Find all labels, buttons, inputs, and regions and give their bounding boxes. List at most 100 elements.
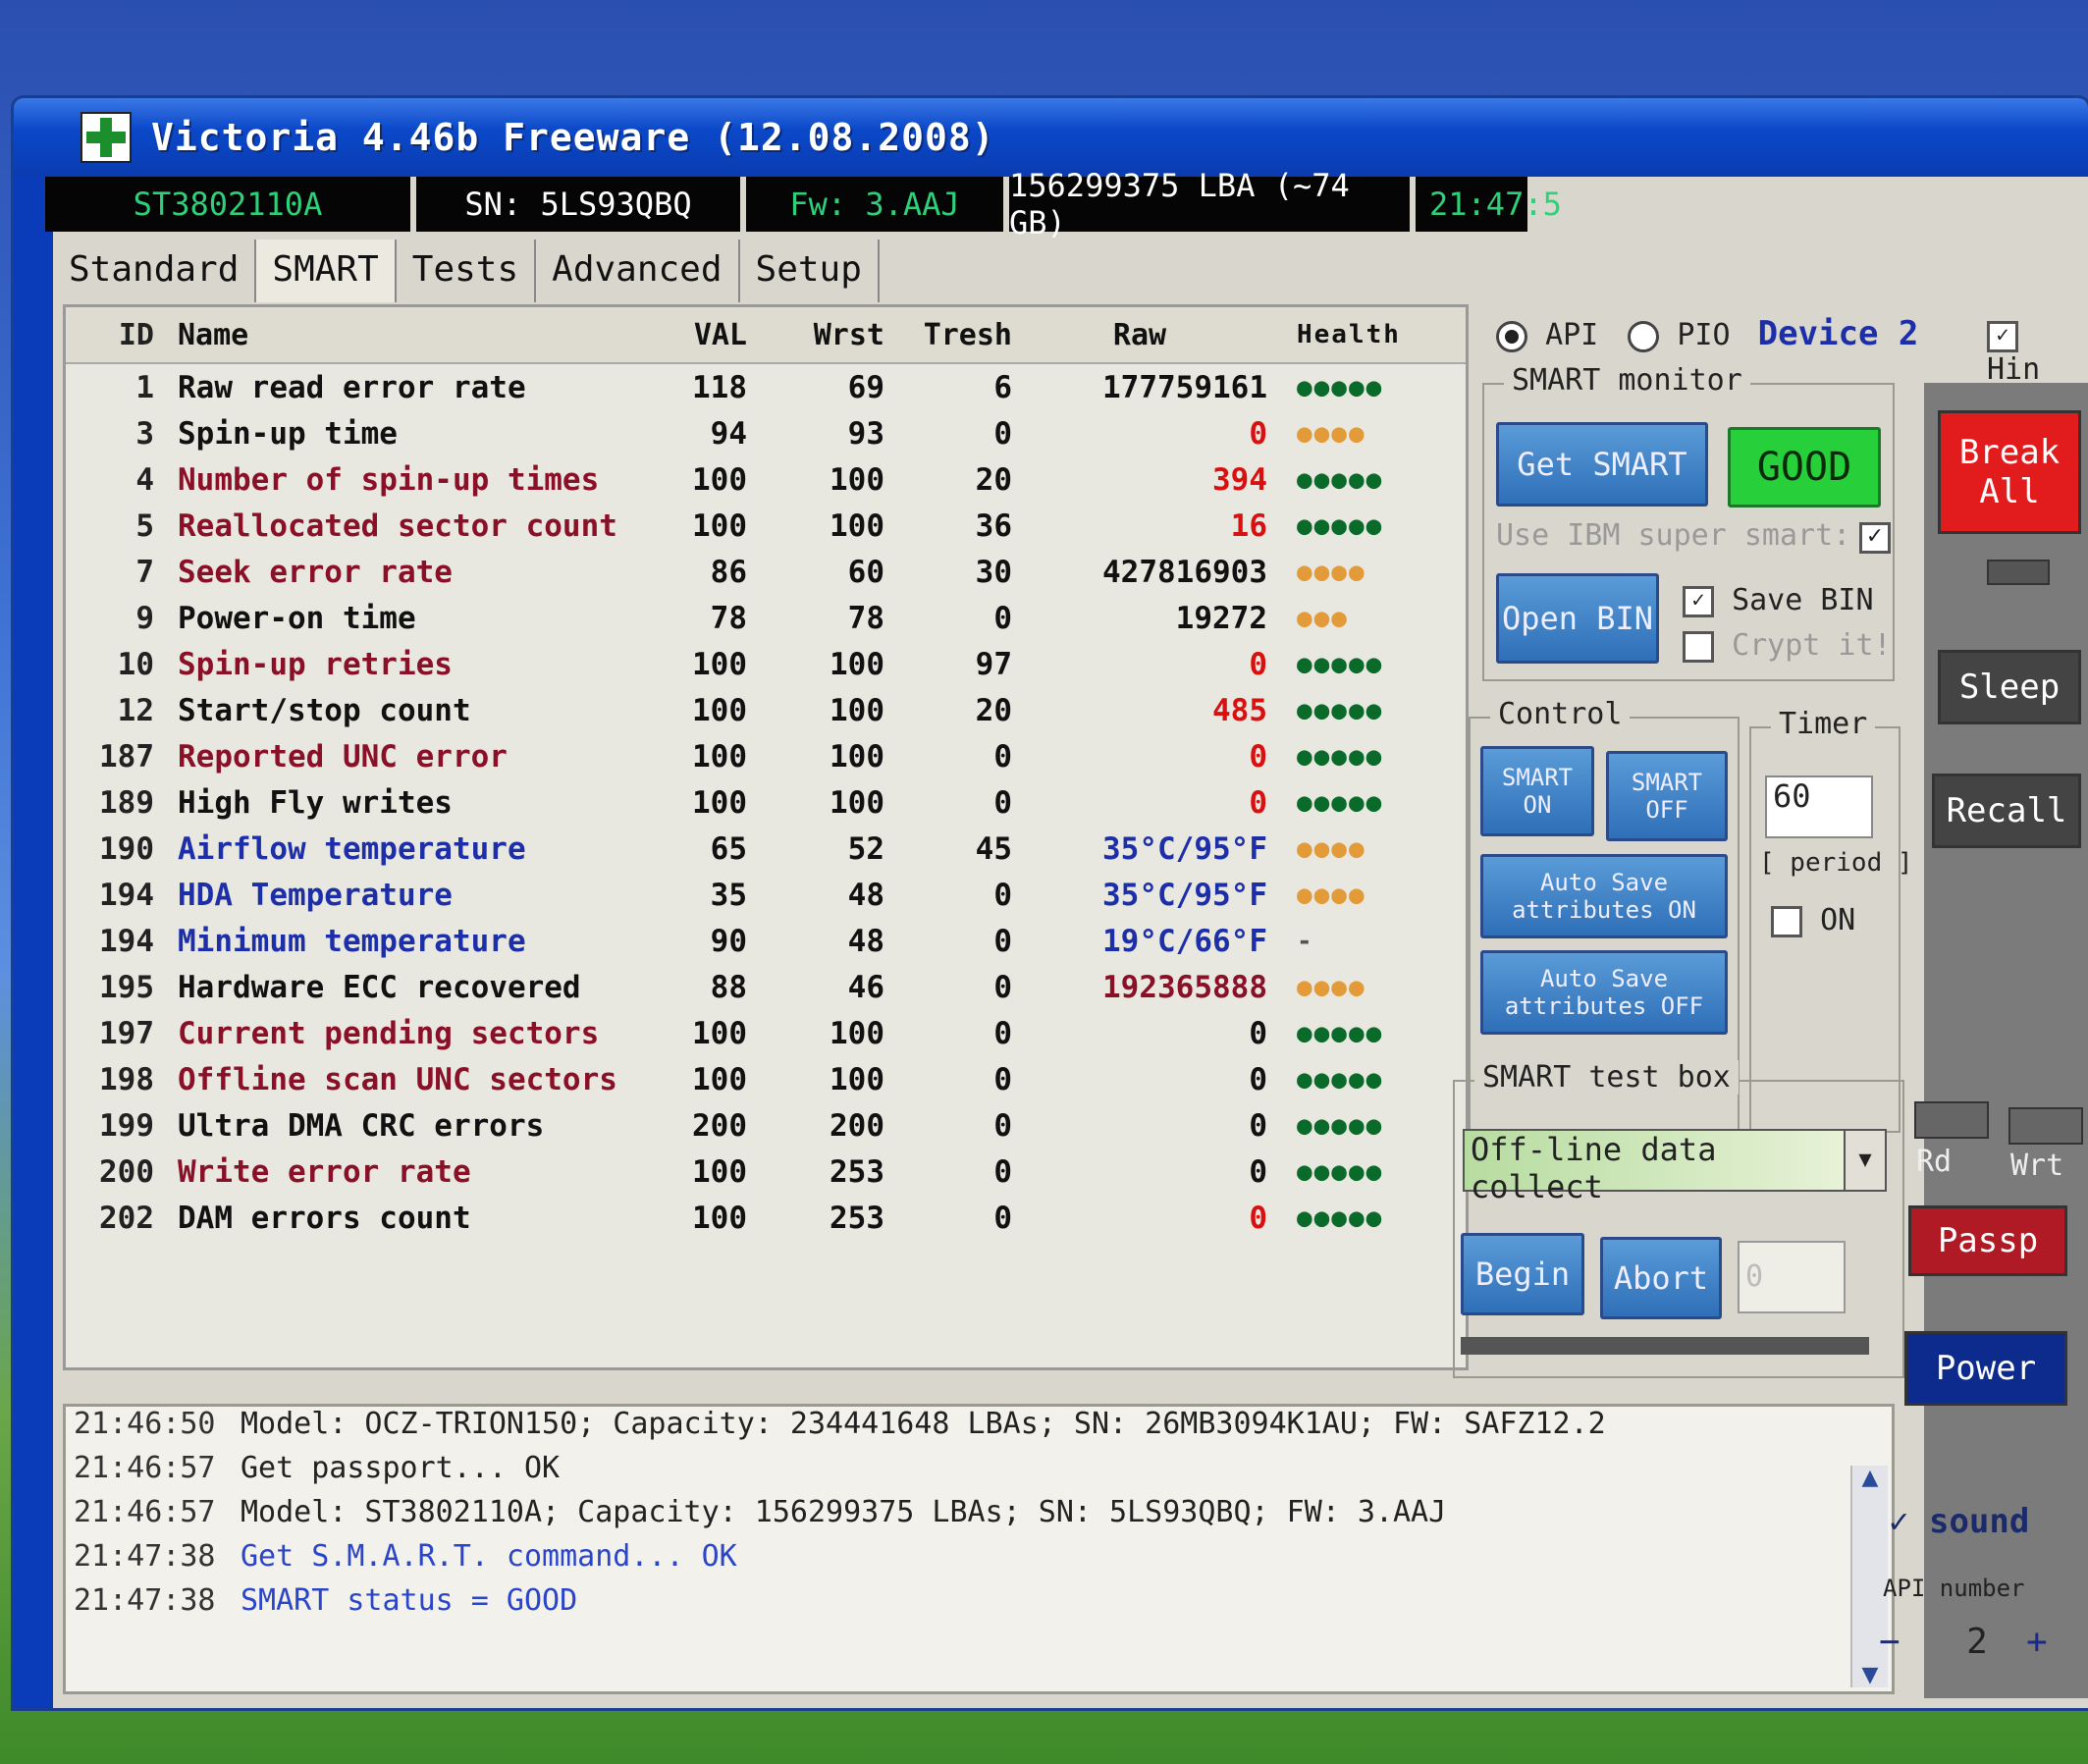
table-row[interactable]: 195 Hardware ECC recovered 88 46 0 192365888 ●… — [66, 964, 1466, 1010]
table-row[interactable]: 194 HDA Temperature 35 48 0 35°C/95°F ●●●● — [66, 872, 1466, 918]
table-row[interactable]: 5 Reallocated sector count 100 100 36 16 ●●●●● — [66, 503, 1466, 549]
attr-val: 100 — [692, 646, 747, 682]
table-row[interactable]: 200 Write error rate 100 253 0 0 ●●●●● — [66, 1149, 1466, 1195]
table-row[interactable]: 198 Offline scan UNC sectors 100 100 0 0 ●●●●● — [66, 1056, 1466, 1102]
col-val[interactable]: VAL — [639, 318, 747, 352]
tab-tests[interactable]: Tests — [396, 240, 537, 302]
log-message: Get S.M.A.R.T. command... OK — [241, 1539, 737, 1574]
hints-option[interactable]: ✓ Hin — [1987, 318, 2088, 387]
attr-raw: 19272 — [1175, 600, 1267, 636]
attr-val: 100 — [692, 461, 747, 498]
attr-val: 100 — [692, 738, 747, 775]
tab-setup[interactable]: Setup — [739, 240, 880, 302]
attr-id: 5 — [135, 508, 154, 544]
col-raw[interactable]: Raw — [1012, 318, 1267, 352]
attr-val: 100 — [692, 1200, 747, 1236]
col-name[interactable]: Name — [178, 318, 639, 352]
smart-on-button[interactable]: SMART ON — [1480, 746, 1594, 836]
event-log[interactable]: 21:46:50 Model: OCZ-TRION150; Capacity: 2… — [63, 1404, 1895, 1694]
pio-radio[interactable] — [1628, 320, 1660, 352]
attr-health: ●●●●● — [1297, 741, 1384, 772]
col-wrst[interactable]: Wrst — [747, 318, 884, 352]
attr-threshold: 20 — [975, 461, 1012, 498]
attr-raw: 0 — [1249, 1061, 1267, 1097]
api-number-plus[interactable]: + — [2026, 1622, 2048, 1662]
table-row[interactable]: 199 Ultra DMA CRC errors 200 200 0 0 ●●●●● — [66, 1102, 1466, 1149]
attr-worst: 46 — [847, 969, 884, 1005]
table-row[interactable]: 189 High Fly writes 100 100 0 0 ●●●●● — [66, 779, 1466, 826]
attr-worst: 52 — [847, 830, 884, 867]
smart-off-button[interactable]: SMART OFF — [1606, 751, 1728, 841]
passport-button[interactable]: Passp — [1908, 1205, 2067, 1276]
scroll-down-icon[interactable]: ▼ — [1852, 1663, 1888, 1687]
table-row[interactable]: 12 Start/stop count 100 100 20 485 ●●●●● — [66, 687, 1466, 733]
timer-on-label: ON — [1820, 903, 1856, 937]
attr-val: 118 — [692, 369, 747, 405]
attr-worst: 93 — [847, 415, 884, 452]
api-number-value[interactable]: 2 — [1938, 1622, 2016, 1662]
test-type-dropdown[interactable]: Off-line data collect — [1463, 1129, 1851, 1205]
attr-worst: 60 — [847, 554, 884, 590]
scroll-up-icon[interactable]: ▲ — [1852, 1466, 1888, 1490]
window-title: Victoria 4.46b Freeware (12.08.2008) — [151, 116, 995, 159]
begin-button[interactable]: Begin — [1461, 1233, 1584, 1315]
crypt-checkbox[interactable] — [1683, 630, 1714, 663]
table-row[interactable]: 190 Airflow temperature 65 52 45 35°C/95°F ●●●… — [66, 826, 1466, 872]
table-row[interactable]: 197 Current pending sectors 100 100 0 0 ●●●●● — [66, 1010, 1466, 1056]
table-row[interactable]: 9 Power-on time 78 78 0 19272 ●●● — [66, 595, 1466, 641]
timer-on-checkbox[interactable] — [1771, 905, 1802, 937]
autosave-off-button[interactable]: Auto Save attributes OFF — [1480, 950, 1728, 1035]
power-button[interactable]: Power — [1904, 1331, 2067, 1406]
hints-checkbox[interactable]: ✓ — [1987, 320, 2018, 352]
sound-option[interactable]: ✓ sound — [1889, 1502, 2029, 1541]
attr-id: 10 — [117, 646, 154, 682]
table-row[interactable]: 3 Spin-up time 94 93 0 0 ●●●● — [66, 410, 1466, 456]
api-radio[interactable] — [1496, 320, 1527, 352]
table-row[interactable]: 1 Raw read error rate 118 69 6 177759161 ●●●●● — [66, 364, 1466, 410]
tab-standard[interactable]: Standard — [53, 240, 257, 302]
sound-check-icon[interactable]: ✓ — [1889, 1502, 1908, 1541]
attr-worst: 100 — [830, 508, 884, 544]
get-smart-button[interactable]: Get SMART — [1496, 422, 1708, 507]
sleep-button[interactable]: Sleep — [1938, 650, 2081, 724]
api-number-minus[interactable]: − — [1879, 1622, 1901, 1662]
crypt-option[interactable]: Crypt it! — [1683, 628, 1892, 663]
col-health[interactable]: Health — [1267, 320, 1444, 349]
table-row[interactable]: 187 Reported UNC error 100 100 0 0 ●●●●● — [66, 733, 1466, 779]
recall-button[interactable]: Recall — [1932, 774, 2081, 848]
table-row[interactable]: 10 Spin-up retries 100 100 97 0 ●●●●● — [66, 641, 1466, 687]
abort-button[interactable]: Abort — [1600, 1237, 1722, 1319]
smart-monitor-title: SMART monitor — [1504, 363, 1750, 398]
attr-name: Start/stop count — [178, 692, 471, 728]
smart-attributes-table[interactable]: ID Name VAL Wrst Tresh Raw Health 1 Raw r… — [63, 304, 1469, 1370]
tab-smart[interactable]: SMART — [256, 240, 397, 302]
timer-on-option[interactable]: ON — [1771, 903, 1855, 937]
break-indicator — [1987, 560, 2050, 585]
col-tresh[interactable]: Tresh — [884, 318, 1012, 352]
drive-info-bar: ST3802110A SN: 5LS93QBQ Fw: 3.AAJ 156299… — [45, 167, 2088, 241]
title-bar[interactable]: Victoria 4.46b Freeware (12.08.2008) — [14, 98, 2088, 177]
save-bin-checkbox[interactable]: ✓ — [1683, 585, 1714, 617]
attr-id: 190 — [99, 830, 154, 867]
tab-advanced[interactable]: Advanced — [536, 240, 740, 302]
attr-worst: 100 — [830, 738, 884, 775]
col-id[interactable]: ID — [66, 318, 178, 352]
sound-label: sound — [1928, 1502, 2030, 1541]
attr-name: High Fly writes — [178, 784, 453, 821]
attr-val: 200 — [692, 1107, 747, 1144]
chevron-down-icon[interactable]: ▼ — [1844, 1129, 1887, 1192]
autosave-on-button[interactable]: Auto Save attributes ON — [1480, 854, 1728, 938]
attr-threshold: 0 — [993, 1200, 1012, 1236]
table-row[interactable]: 202 DAM errors count 100 253 0 0 ●●●●● — [66, 1195, 1466, 1241]
table-row[interactable]: 194 Minimum temperature 90 48 0 19°C/66°F - — [66, 918, 1466, 964]
table-row[interactable]: 4 Number of spin-up times 100 100 20 394 ●●●●● — [66, 456, 1466, 503]
attr-threshold: 30 — [975, 554, 1012, 590]
break-all-button[interactable]: Break All — [1938, 410, 2081, 534]
timer-period-input[interactable]: 60 — [1765, 775, 1873, 838]
ibm-super-smart-checkbox[interactable]: ✓ — [1859, 522, 1891, 554]
open-bin-button[interactable]: Open BIN — [1496, 573, 1659, 664]
table-row[interactable]: 7 Seek error rate 86 60 30 427816903 ●●●● — [66, 549, 1466, 595]
device-label[interactable]: Device 2 — [1758, 314, 1919, 353]
attr-id: 194 — [99, 923, 154, 959]
save-bin-option[interactable]: ✓ Save BIN — [1683, 583, 1874, 617]
